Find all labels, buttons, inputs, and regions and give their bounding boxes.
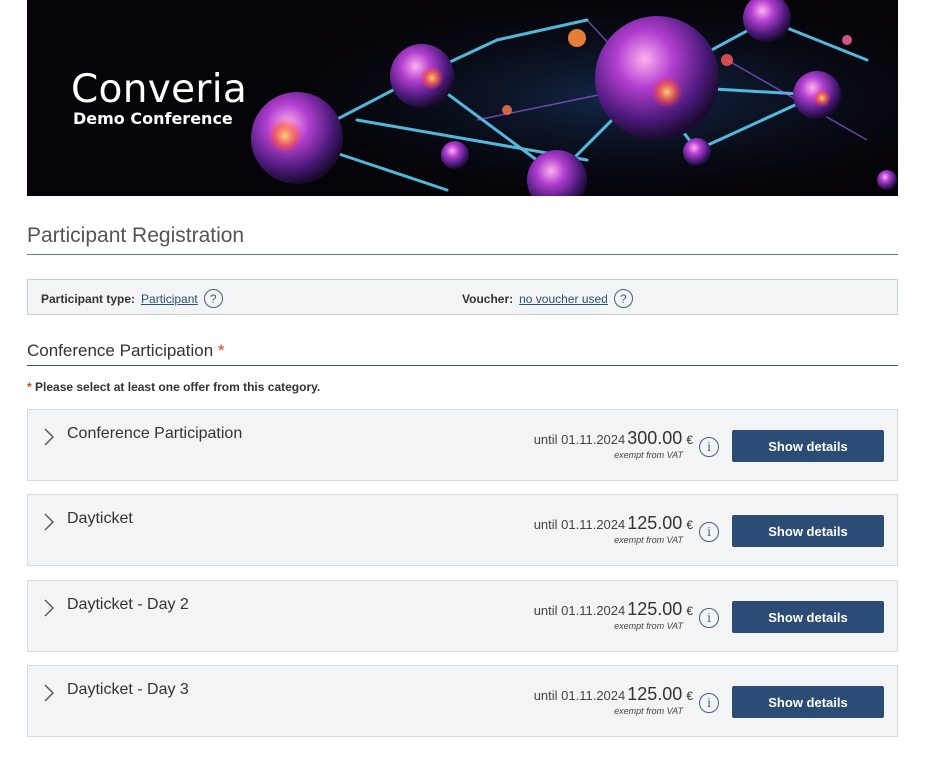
offer-price-block: until 01.11.2024 125.00 € exempt from VA… bbox=[534, 684, 693, 716]
participant-type-help-icon[interactable]: ? bbox=[203, 289, 223, 308]
registration-info-bar: Participant type: Participant ? Voucher:… bbox=[27, 279, 898, 315]
chevron-right-icon[interactable] bbox=[42, 597, 56, 619]
offer-price: 300.00 bbox=[627, 428, 683, 448]
offer-price-block: until 01.11.2024 125.00 € exempt from VA… bbox=[534, 513, 693, 545]
page-title: Participant Registration bbox=[27, 224, 898, 255]
section-title-text: Conference Participation bbox=[27, 341, 214, 360]
offer-currency: € bbox=[686, 518, 693, 532]
offer-until: until 01.11.2024 bbox=[533, 517, 626, 532]
offer-name: Dayticket - Day 2 bbox=[67, 596, 189, 613]
offer-row[interactable]: Dayticket until 01.11.2024 125.00 € exem… bbox=[27, 494, 898, 566]
header-banner: Converia Demo Conference bbox=[27, 0, 898, 196]
offer-vat-note: exempt from VAT bbox=[614, 535, 683, 545]
section-note: * Please select at least one offer from … bbox=[27, 380, 320, 394]
info-icon[interactable]: i bbox=[699, 522, 719, 542]
participant-type-group: Participant type: Participant ? bbox=[41, 289, 223, 308]
offer-row[interactable]: Conference Participation until 01.11.202… bbox=[27, 409, 898, 481]
offer-currency: € bbox=[686, 433, 693, 447]
section-title: Conference Participation * bbox=[27, 341, 898, 366]
offer-row[interactable]: Dayticket - Day 2 until 01.11.2024 125.0… bbox=[27, 580, 898, 652]
voucher-help-icon[interactable]: ? bbox=[613, 289, 633, 308]
offer-vat-note: exempt from VAT bbox=[614, 621, 683, 631]
participant-type-label: Participant type: bbox=[41, 291, 136, 306]
offer-price: 125.00 bbox=[627, 513, 683, 533]
offer-row[interactable]: Dayticket - Day 3 until 01.11.2024 125.0… bbox=[27, 665, 898, 737]
show-details-button[interactable]: Show details bbox=[732, 430, 884, 462]
voucher-label: Voucher: bbox=[462, 291, 514, 306]
voucher-link[interactable]: no voucher used bbox=[519, 292, 608, 306]
required-marker: * bbox=[217, 341, 225, 360]
offer-until: until 01.11.2024 bbox=[533, 432, 626, 447]
show-details-button[interactable]: Show details bbox=[732, 601, 884, 633]
offer-until: until 01.11.2024 bbox=[533, 688, 626, 703]
brand-logo: Converia Demo Conference bbox=[71, 70, 247, 128]
info-icon[interactable]: i bbox=[699, 693, 719, 713]
offer-until: until 01.11.2024 bbox=[533, 603, 626, 618]
voucher-group: Voucher: no voucher used ? bbox=[462, 289, 633, 308]
offer-price-block: until 01.11.2024 300.00 € exempt from VA… bbox=[534, 428, 693, 460]
offer-price: 125.00 bbox=[627, 684, 683, 704]
chevron-right-icon[interactable] bbox=[42, 511, 56, 533]
chevron-right-icon[interactable] bbox=[42, 682, 56, 704]
info-icon[interactable]: i bbox=[699, 608, 719, 628]
offer-currency: € bbox=[686, 689, 693, 703]
offer-currency: € bbox=[686, 604, 693, 618]
offer-vat-note: exempt from VAT bbox=[614, 450, 683, 460]
offer-price: 125.00 bbox=[627, 599, 683, 619]
brand-name: Converia bbox=[71, 67, 248, 112]
note-required-marker: * bbox=[27, 380, 32, 394]
info-icon[interactable]: i bbox=[699, 437, 719, 457]
offer-price-block: until 01.11.2024 125.00 € exempt from VA… bbox=[534, 599, 693, 631]
offer-name: Conference Participation bbox=[67, 425, 243, 442]
offer-name: Dayticket - Day 3 bbox=[67, 681, 189, 698]
offer-vat-note: exempt from VAT bbox=[614, 706, 683, 716]
chevron-right-icon[interactable] bbox=[42, 426, 56, 448]
brand-subtitle: Demo Conference bbox=[73, 109, 233, 128]
section-note-text: Please select at least one offer from th… bbox=[35, 380, 321, 394]
show-details-button[interactable]: Show details bbox=[732, 686, 884, 718]
show-details-button[interactable]: Show details bbox=[732, 515, 884, 547]
participant-type-link[interactable]: Participant bbox=[141, 292, 198, 306]
offer-name: Dayticket bbox=[67, 510, 133, 527]
